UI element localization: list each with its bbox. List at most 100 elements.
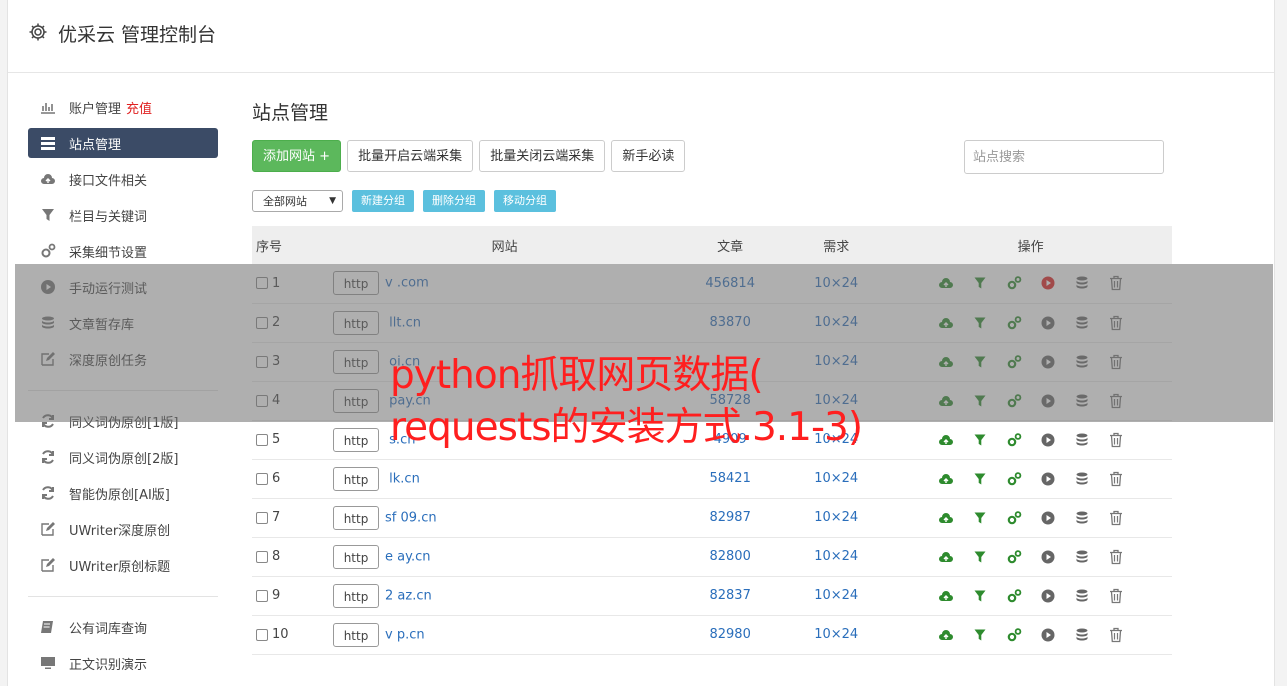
sidebar-item[interactable]: 采集细节设置	[28, 236, 218, 266]
sidebar-item[interactable]: 智能伪原创[AI版]	[28, 478, 218, 508]
article-count[interactable]: 58421	[677, 459, 783, 498]
row-checkbox[interactable]	[256, 511, 268, 524]
row-checkbox[interactable]	[256, 628, 268, 641]
sidebar-item[interactable]: 同义词伪原创[2版]	[28, 442, 218, 472]
demand-value[interactable]: 10×24	[783, 459, 889, 498]
gears-icon[interactable]	[1006, 510, 1022, 526]
protocol-badge[interactable]: http	[333, 466, 380, 491]
demand-value[interactable]: 10×24	[783, 615, 889, 654]
filter-icon[interactable]	[972, 432, 988, 448]
cloud-upload-icon[interactable]	[938, 432, 954, 448]
gears-icon[interactable]	[1006, 432, 1022, 448]
sidebar-item[interactable]: UWriter深度原创	[28, 514, 218, 544]
trash-icon[interactable]	[1108, 549, 1124, 565]
table-row: 7 http sf 09.cn 82987 10×24	[252, 498, 1172, 537]
gears-icon[interactable]	[1006, 471, 1022, 487]
newbie-guide-button[interactable]: 新手必读	[611, 140, 686, 172]
filter-icon[interactable]	[972, 471, 988, 487]
cloud-upload-icon[interactable]	[938, 510, 954, 526]
row-checkbox[interactable]	[256, 472, 268, 485]
cloud-upload-icon[interactable]	[938, 549, 954, 565]
gears-icon[interactable]	[1006, 588, 1022, 604]
row-seq-cell: 5	[252, 420, 332, 459]
sidebar-item-label: 正文识别演示	[69, 657, 148, 673]
site-domain-link[interactable]: lk.cn	[385, 471, 420, 486]
play-circle-icon[interactable]	[1040, 432, 1056, 448]
site-domain-link[interactable]: e ay.cn	[385, 549, 430, 564]
site-search-input[interactable]	[964, 140, 1164, 174]
protocol-badge[interactable]: http	[333, 427, 380, 452]
database-icon[interactable]	[1074, 432, 1090, 448]
protocol-badge[interactable]: http	[333, 505, 380, 530]
sidebar-item[interactable]: 正文识别演示	[28, 648, 218, 678]
demand-value[interactable]: 10×24	[783, 498, 889, 537]
filter-icon[interactable]	[972, 510, 988, 526]
trash-icon[interactable]	[1108, 588, 1124, 604]
article-count[interactable]: 82987	[677, 498, 783, 537]
play-circle-icon[interactable]	[1040, 510, 1056, 526]
play-circle-icon[interactable]	[1040, 471, 1056, 487]
database-icon[interactable]	[1074, 549, 1090, 565]
filter-icon[interactable]	[972, 588, 988, 604]
site-domain-link[interactable]: 2 az.cn	[385, 588, 432, 603]
article-count[interactable]: 82980	[677, 615, 783, 654]
sidebar-item-label: 智能伪原创[AI版]	[69, 487, 170, 503]
row-seq: 10	[272, 627, 289, 642]
batch-close-cloud-button[interactable]: 批量关闭云端采集	[479, 140, 606, 172]
trash-icon[interactable]	[1108, 432, 1124, 448]
site-domain-link[interactable]: sf 09.cn	[385, 510, 437, 525]
sidebar-item[interactable]: 站点管理	[28, 128, 218, 158]
demand-value[interactable]: 10×24	[783, 537, 889, 576]
row-seq: 5	[272, 432, 281, 447]
database-icon[interactable]	[1074, 471, 1090, 487]
sidebar-item-label: 站点管理	[69, 137, 122, 153]
gear-icon[interactable]	[28, 22, 48, 42]
row-site-cell: http sf 09.cn	[332, 498, 677, 537]
article-count[interactable]: 82837	[677, 576, 783, 615]
new-group-button[interactable]: 新建分组	[352, 190, 414, 212]
toolbar: 添加网站 + 批量开启云端采集 批量关闭云端采集 新手必读	[252, 140, 1172, 174]
main-content: 站点管理 添加网站 + 批量开启云端采集 批量关闭云端采集 新手必读 全部网站 …	[252, 100, 1172, 654]
cloud-upload-icon[interactable]	[938, 471, 954, 487]
cloud-upload-icon[interactable]	[938, 627, 954, 643]
play-circle-icon[interactable]	[1040, 588, 1056, 604]
sidebar-divider	[28, 596, 218, 597]
batch-open-cloud-button[interactable]: 批量开启云端采集	[347, 140, 474, 172]
gears-icon[interactable]	[1006, 549, 1022, 565]
demand-value[interactable]: 10×24	[783, 576, 889, 615]
overlay-title: python抓取网页数据( requests的安装方式.3.1-3)	[390, 350, 863, 454]
site-domain-link[interactable]: v p.cn	[385, 627, 425, 642]
gears-icon[interactable]	[1006, 627, 1022, 643]
row-checkbox[interactable]	[256, 589, 268, 602]
site-group-select[interactable]: 全部网站 ▼	[252, 190, 343, 212]
row-checkbox[interactable]	[256, 550, 268, 563]
filter-icon[interactable]	[972, 627, 988, 643]
table-row: 9 http 2 az.cn 82837 10×24	[252, 576, 1172, 615]
sidebar-item[interactable]: 账户管理 充值	[28, 92, 218, 122]
database-icon[interactable]	[1074, 588, 1090, 604]
database-icon[interactable]	[1074, 510, 1090, 526]
sidebar-item[interactable]: UWriter原创标题	[28, 550, 218, 580]
sidebar-item-label: 公有词库查询	[69, 621, 148, 637]
sidebar-item[interactable]: 公有词库查询	[28, 612, 218, 642]
move-group-button[interactable]: 移动分组	[494, 190, 556, 212]
row-actions	[889, 498, 1172, 537]
protocol-badge[interactable]: http	[333, 622, 380, 647]
filter-icon[interactable]	[972, 549, 988, 565]
database-icon[interactable]	[1074, 627, 1090, 643]
cloud-upload-icon[interactable]	[938, 588, 954, 604]
sidebar-item[interactable]: 栏目与关键词	[28, 200, 218, 230]
play-circle-icon[interactable]	[1040, 549, 1056, 565]
add-site-button[interactable]: 添加网站 +	[252, 140, 342, 172]
trash-icon[interactable]	[1108, 510, 1124, 526]
article-count[interactable]: 82800	[677, 537, 783, 576]
trash-icon[interactable]	[1108, 471, 1124, 487]
protocol-badge[interactable]: http	[333, 544, 380, 569]
trash-icon[interactable]	[1108, 627, 1124, 643]
sidebar-item[interactable]: 接口文件相关	[28, 164, 218, 194]
row-checkbox[interactable]	[256, 433, 268, 446]
delete-group-button[interactable]: 删除分组	[423, 190, 485, 212]
protocol-badge[interactable]: http	[333, 583, 380, 608]
play-circle-icon[interactable]	[1040, 627, 1056, 643]
recharge-link[interactable]: 充值	[126, 98, 152, 117]
